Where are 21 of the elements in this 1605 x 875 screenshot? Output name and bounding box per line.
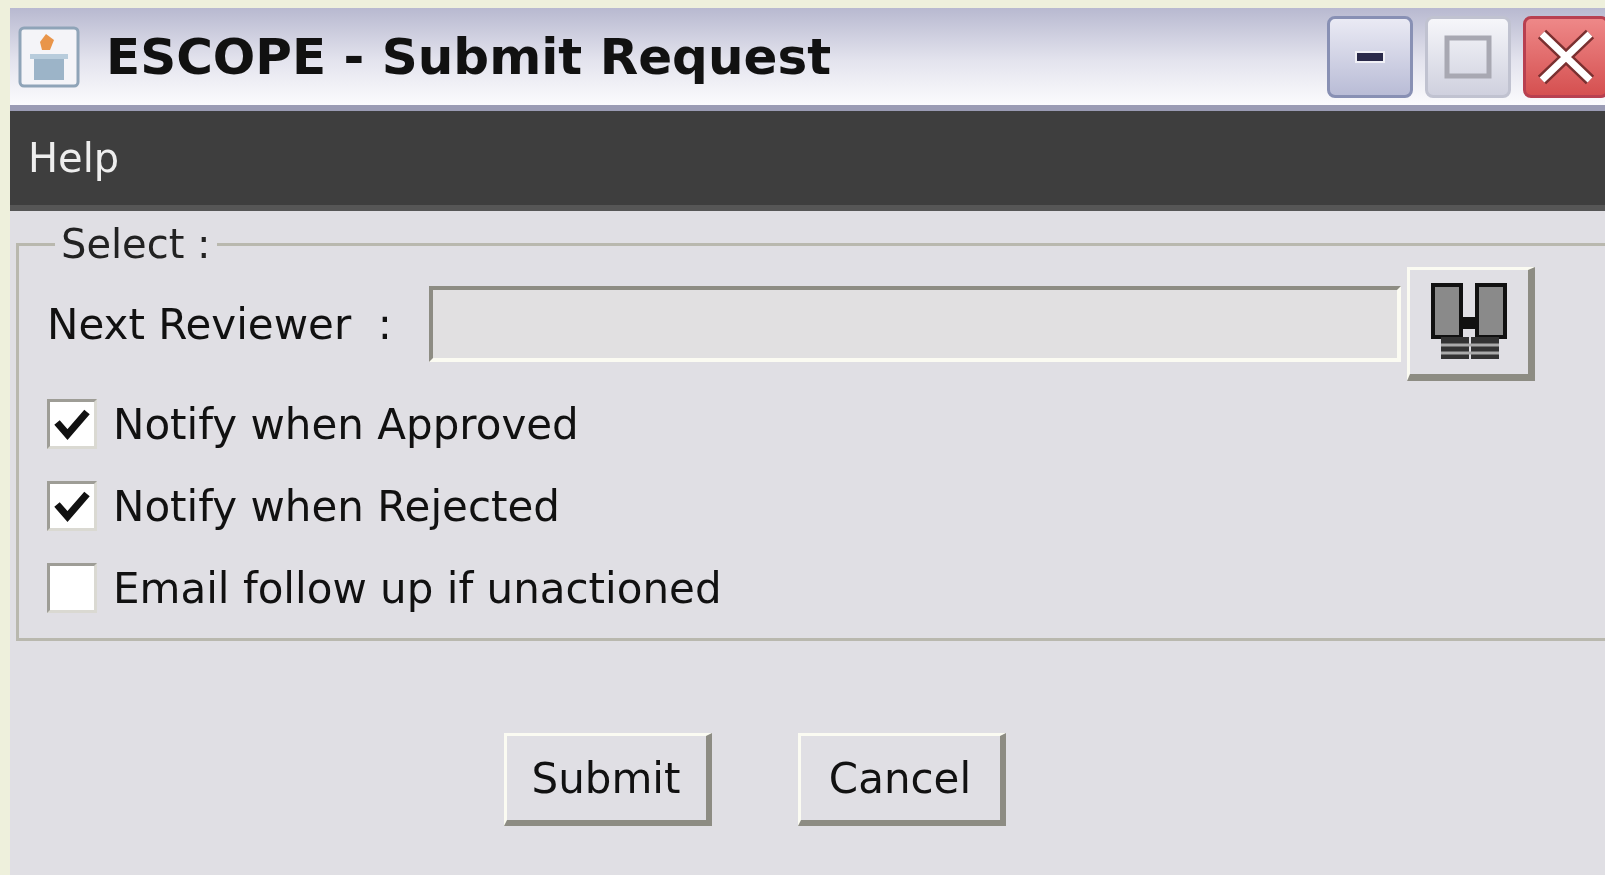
binoculars-icon [1431, 283, 1507, 361]
minimize-icon [1354, 49, 1386, 64]
checkbox-label: Notify when Approved [113, 399, 579, 449]
close-button[interactable] [1523, 15, 1605, 98]
checkbox-label: Notify when Rejected [113, 481, 560, 531]
group-legend: Select : [55, 221, 217, 267]
close-icon [1536, 27, 1596, 86]
minimize-button[interactable] [1327, 15, 1413, 98]
app-icon [18, 25, 80, 88]
menu-item[interactable]: Help [28, 135, 120, 181]
maximize-icon [1444, 34, 1492, 79]
checkbox[interactable] [47, 399, 97, 449]
checkbox[interactable] [47, 481, 97, 531]
checkbox[interactable] [47, 563, 97, 613]
field-label: Next Reviewer : [47, 299, 393, 349]
dialog-button[interactable]: Cancel [797, 733, 1006, 826]
window-title: ESCOPE - Submit Request [106, 27, 833, 86]
checkbox-label: Email follow up if unactioned [113, 563, 722, 613]
dialog-button[interactable]: Submit [503, 733, 712, 826]
reviewer-field[interactable] [429, 286, 1401, 362]
find-button[interactable] [1407, 267, 1535, 381]
